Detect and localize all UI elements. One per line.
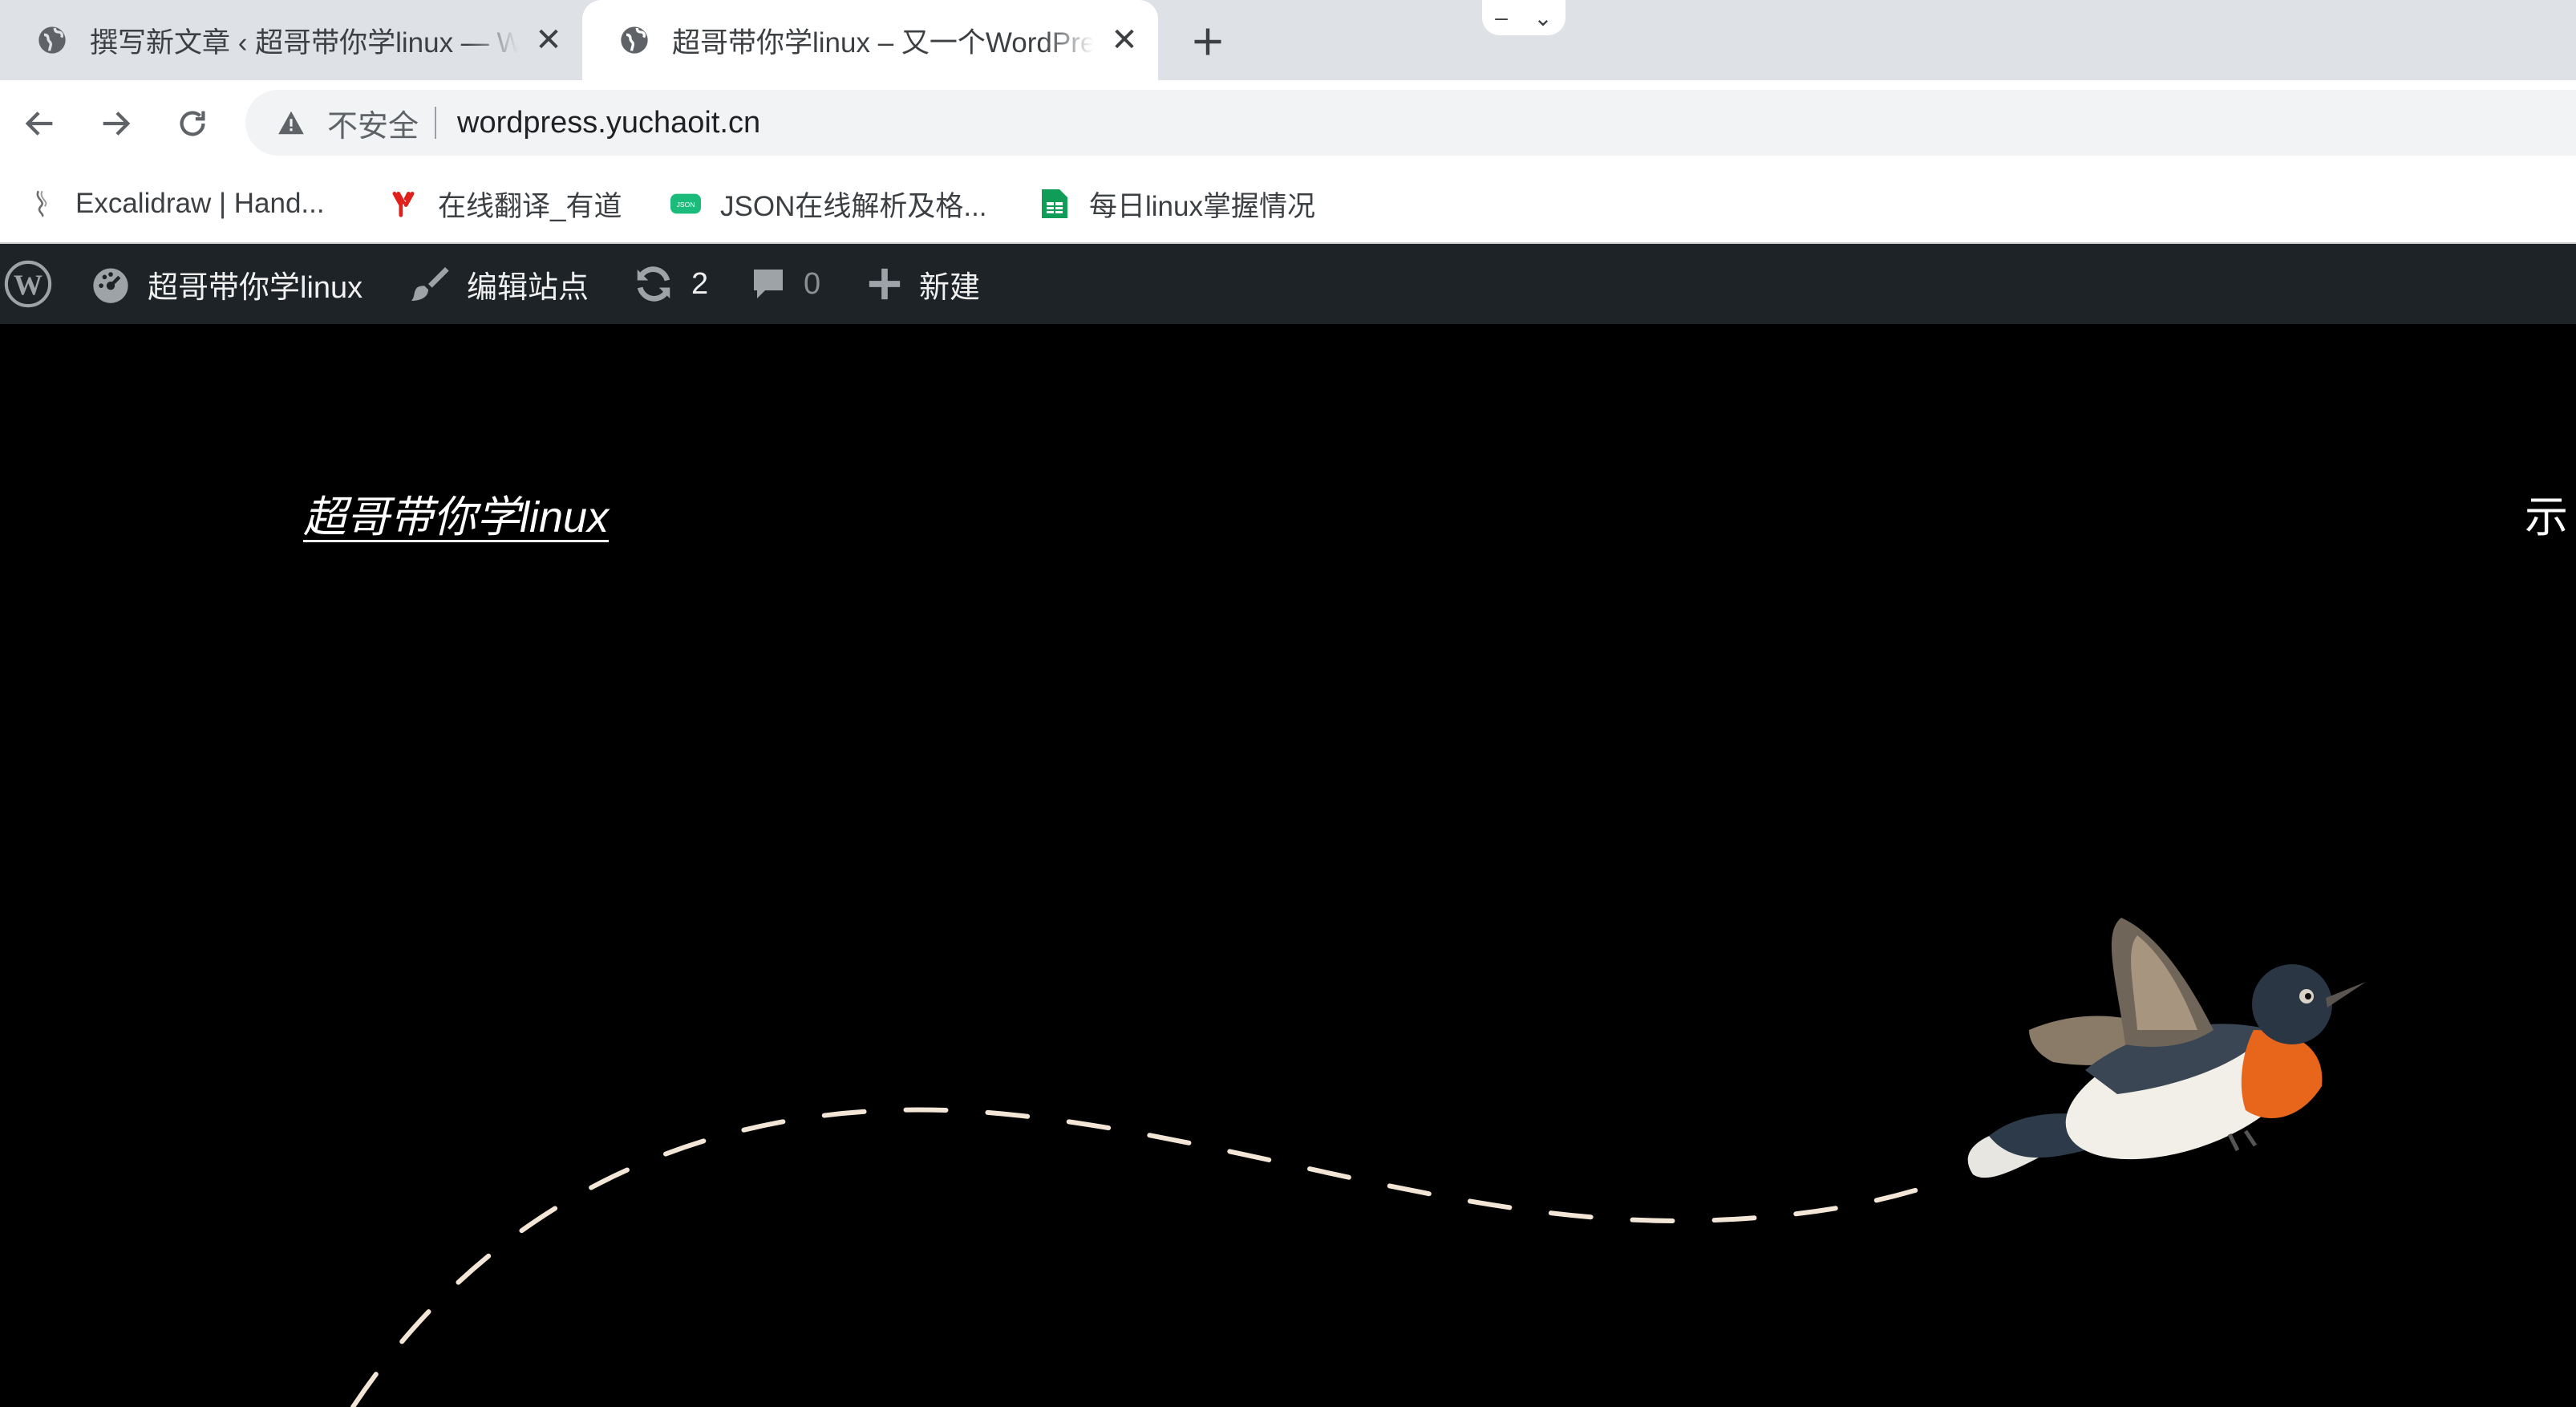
arrow-right-icon	[103, 112, 131, 136]
tab-site-home[interactable]: 超哥带你学linux – 又一个WordPress站点 ✕	[582, 0, 1158, 80]
bookmark-label: 每日linux掌握情况	[1089, 190, 1315, 222]
bookmark-json[interactable]: JSON JSON在线解析及格...	[670, 165, 987, 242]
json-icon: JSON	[670, 189, 701, 219]
reload-icon	[180, 111, 205, 136]
bookmarks-bar: Excalidraw | Hand... 在线翻译_有道 JSON JSON在线…	[0, 165, 2576, 244]
dashboard-icon	[90, 263, 132, 305]
site-name-menu[interactable]: 超哥带你学linux	[90, 244, 363, 324]
reload-button[interactable]	[172, 103, 213, 144]
back-button[interactable]	[19, 103, 61, 144]
plus-icon	[866, 266, 903, 302]
tab-search-controls: – ⌄	[1482, 0, 1565, 35]
dashed-flight-path	[350, 1107, 1943, 1407]
globe-icon	[35, 23, 69, 57]
updates-icon	[632, 262, 675, 306]
sheets-icon	[1039, 189, 1070, 219]
customize-label: 编辑站点	[467, 270, 589, 305]
customize-menu[interactable]: 编辑站点	[406, 244, 589, 324]
bookmark-label: JSON在线解析及格...	[720, 190, 987, 222]
comment-icon	[749, 264, 788, 304]
security-label: 不安全	[327, 109, 419, 144]
new-content-label: 新建	[919, 270, 981, 305]
url-text[interactable]: wordpress.yuchaoit.cn	[457, 106, 760, 140]
comments-count: 0	[804, 266, 821, 301]
tab-title: 超哥带你学linux – 又一个WordPress站点	[672, 26, 1094, 59]
arrow-left-icon	[25, 112, 53, 136]
bookmark-youdao[interactable]: 在线翻译_有道	[388, 165, 622, 242]
close-icon[interactable]: ✕	[1108, 22, 1140, 58]
globe-icon	[618, 23, 651, 57]
tab-title: 撰写新文章 ‹ 超哥带你学linux — WordPress	[90, 26, 518, 59]
comments-menu[interactable]: 0	[749, 244, 820, 324]
site-name-label: 超哥带你学linux	[148, 270, 363, 305]
bookmark-excalidraw[interactable]: Excalidraw | Hand...	[26, 165, 325, 242]
wp-logo-button[interactable]: W	[3, 244, 69, 324]
tab-strip: 撰写新文章 ‹ 超哥带你学linux — WordPress ✕ 超哥带你学li…	[0, 0, 2576, 80]
bookmark-label: Excalidraw | Hand...	[75, 188, 325, 219]
youdao-icon	[388, 189, 419, 219]
bookmark-sheets[interactable]: 每日linux掌握情况	[1039, 165, 1315, 242]
brush-icon	[406, 262, 451, 306]
excalidraw-icon	[26, 189, 56, 219]
wp-admin-bar: W 超哥带你学linux 编辑站点 2 0 新建	[0, 244, 2576, 324]
new-content-menu[interactable]: 新建	[866, 244, 980, 324]
divider	[435, 107, 437, 139]
forward-button[interactable]	[95, 103, 136, 144]
updates-count: 2	[691, 266, 709, 301]
bird-illustration	[1967, 918, 2366, 1178]
svg-text:W: W	[14, 269, 43, 301]
hero-illustration	[350, 918, 2366, 1407]
warning-icon[interactable]	[274, 106, 308, 140]
bookmark-label: 在线翻译_有道	[438, 190, 622, 222]
site-content: 超哥带你学linux 示	[0, 324, 2576, 1407]
address-bar[interactable]: 不安全 wordpress.yuchaoit.cn	[245, 90, 2576, 156]
chevron-down-icon[interactable]: ⌄	[1533, 5, 1552, 31]
new-tab-button[interactable]	[1184, 18, 1232, 66]
svg-text:JSON: JSON	[677, 201, 695, 209]
minimize-icon[interactable]: –	[1495, 5, 1508, 30]
tab-write-post[interactable]: 撰写新文章 ‹ 超哥带你学linux — WordPress ✕	[0, 0, 582, 80]
close-icon[interactable]: ✕	[533, 22, 565, 58]
updates-menu[interactable]: 2	[632, 244, 708, 324]
wordpress-icon: W	[3, 259, 53, 309]
